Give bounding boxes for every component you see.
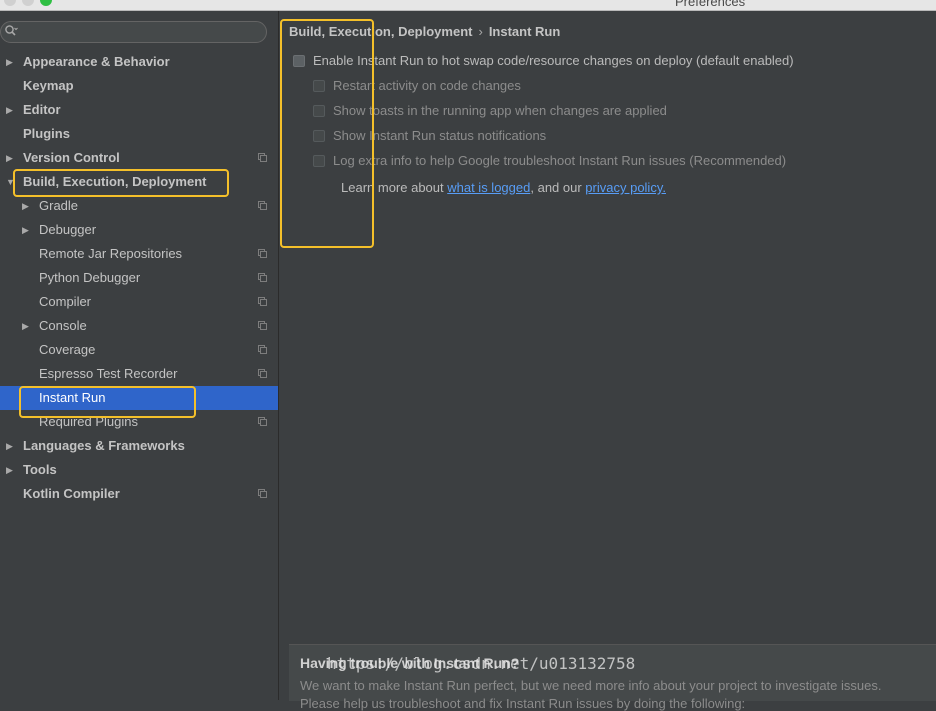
title-bar: Preferences (0, 0, 936, 11)
learn-more-text: Learn more about what is logged, and our… (341, 180, 666, 195)
sidebar-item-build-execution-deployment[interactable]: ▼ Build, Execution, Deployment (0, 170, 278, 194)
status-notifications-label: Show Instant Run status notifications (333, 128, 547, 143)
sidebar-item-plugins[interactable]: Plugins (0, 122, 278, 146)
sidebar-item-label: Kotlin Compiler (23, 486, 120, 501)
sidebar-item-label: Python Debugger (39, 270, 141, 285)
sidebar-item-label: Build, Execution, Deployment (23, 174, 207, 189)
sidebar-item-debugger[interactable]: ▶ Debugger (0, 218, 278, 242)
sidebar-item-label: Gradle (39, 198, 79, 213)
expand-arrow-right-icon[interactable]: ▶ (6, 458, 16, 482)
sidebar-item-coverage[interactable]: Coverage (0, 338, 278, 362)
project-level-copy-icon (258, 321, 267, 330)
sidebar-item-keymap[interactable]: Keymap (0, 74, 278, 98)
sidebar-item-editor[interactable]: ▶ Editor (0, 98, 278, 122)
sidebar-item-languages-frameworks[interactable]: ▶ Languages & Frameworks (0, 434, 278, 458)
sidebar-item-label: Debugger (39, 222, 97, 237)
project-level-copy-icon (258, 417, 267, 426)
sidebar-item-label: Version Control (23, 150, 120, 165)
expand-arrow-right-icon[interactable]: ▶ (22, 194, 32, 218)
minimize-window-button[interactable] (22, 0, 34, 6)
sidebar-item-required-plugins[interactable]: Required Plugins (0, 410, 278, 434)
project-level-copy-icon (258, 201, 267, 210)
sidebar-item-label: Remote Jar Repositories (39, 246, 183, 261)
log-extra-info-checkbox[interactable] (313, 155, 325, 167)
sidebar-item-label: Editor (23, 102, 61, 117)
what-is-logged-link[interactable]: what is logged (447, 180, 530, 195)
sidebar-item-label: Plugins (23, 126, 70, 141)
status-notifications-checkbox[interactable] (313, 130, 325, 142)
sidebar-item-instant-run[interactable]: Instant Run (0, 386, 278, 410)
sidebar-item-console[interactable]: ▶ Console (0, 314, 278, 338)
show-toasts-checkbox[interactable] (313, 105, 325, 117)
sidebar-item-label: Compiler (39, 294, 92, 309)
learn-more-middle: , and our (530, 180, 586, 195)
maximize-window-button[interactable] (40, 0, 52, 6)
expand-arrow-right-icon[interactable]: ▶ (22, 218, 32, 242)
search-icon (5, 25, 18, 36)
project-level-copy-icon (258, 273, 267, 282)
sidebar-item-tools[interactable]: ▶ Tools (0, 458, 278, 482)
expand-arrow-down-icon[interactable]: ▼ (6, 170, 16, 194)
expand-arrow-right-icon[interactable]: ▶ (6, 434, 16, 458)
sidebar-item-label: Coverage (39, 342, 96, 357)
breadcrumb-parent[interactable]: Build, Execution, Deployment (289, 24, 472, 39)
sidebar-item-label: Languages & Frameworks (23, 438, 185, 453)
window-title: Preferences (675, 0, 746, 9)
sidebar-item-label: Espresso Test Recorder (39, 366, 178, 381)
sidebar-item-appearance-behavior[interactable]: ▶ Appearance & Behavior (0, 50, 278, 74)
settings-sidebar: ▶ Appearance & Behavior Keymap ▶ Editor Plugi… (0, 11, 279, 700)
log-extra-info-label: Log extra info to help Google troublesho… (333, 153, 787, 168)
breadcrumb: Build, Execution, Deployment › Instant Run (289, 24, 560, 39)
sidebar-item-compiler[interactable]: Compiler (0, 290, 278, 314)
search-field[interactable] (0, 21, 267, 43)
enable-instant-run-label: Enable Instant Run to hot swap code/reso… (313, 53, 794, 68)
close-window-button[interactable] (4, 0, 16, 6)
sidebar-item-python-debugger[interactable]: Python Debugger (0, 266, 278, 290)
show-toasts-label: Show toasts in the running app when chan… (333, 103, 667, 118)
project-level-copy-icon (258, 345, 267, 354)
sidebar-item-label: Keymap (23, 78, 74, 93)
breadcrumb-separator-icon: › (478, 24, 483, 39)
sidebar-item-label: Appearance & Behavior (23, 54, 170, 69)
enable-instant-run-checkbox[interactable] (293, 55, 305, 67)
settings-content: Build, Execution, Deployment › Instant Run… (279, 11, 936, 711)
expand-arrow-right-icon[interactable]: ▶ (6, 98, 16, 122)
sidebar-item-espresso-test-recorder[interactable]: Espresso Test Recorder (0, 362, 278, 386)
sidebar-item-remote-jar-repositories[interactable]: Remote Jar Repositories (0, 242, 278, 266)
sidebar-item-label: Instant Run (39, 390, 106, 405)
sidebar-item-kotlin-compiler[interactable]: Kotlin Compiler (0, 482, 278, 506)
sidebar-item-label: Required Plugins (39, 414, 139, 429)
sidebar-item-version-control[interactable]: ▶ Version Control (0, 146, 278, 170)
sidebar-item-label: Tools (23, 462, 57, 477)
troubleshoot-body: We want to make Instant Run perfect, but… (300, 678, 882, 693)
expand-arrow-right-icon[interactable]: ▶ (6, 146, 16, 170)
project-level-copy-icon (258, 249, 267, 258)
breadcrumb-current: Instant Run (488, 24, 561, 39)
privacy-policy-link[interactable]: privacy policy. (585, 180, 666, 195)
project-level-copy-icon (258, 153, 267, 162)
project-level-copy-icon (258, 369, 267, 378)
restart-activity-label: Restart activity on code changes (333, 78, 521, 93)
project-level-copy-icon (258, 297, 267, 306)
project-level-copy-icon (258, 489, 267, 498)
expand-arrow-right-icon[interactable]: ▶ (22, 314, 32, 338)
troubleshoot-body-2: Please help us troubleshoot and fix Inst… (300, 696, 746, 711)
watermark: https://blog.csdn.net/u013132758 (327, 654, 636, 673)
sidebar-item-gradle[interactable]: ▶ Gradle (0, 194, 278, 218)
learn-more-prefix: Learn more about (341, 180, 448, 195)
sidebar-item-label: Console (39, 318, 87, 333)
expand-arrow-right-icon[interactable]: ▶ (6, 50, 16, 74)
restart-activity-checkbox[interactable] (313, 80, 325, 92)
